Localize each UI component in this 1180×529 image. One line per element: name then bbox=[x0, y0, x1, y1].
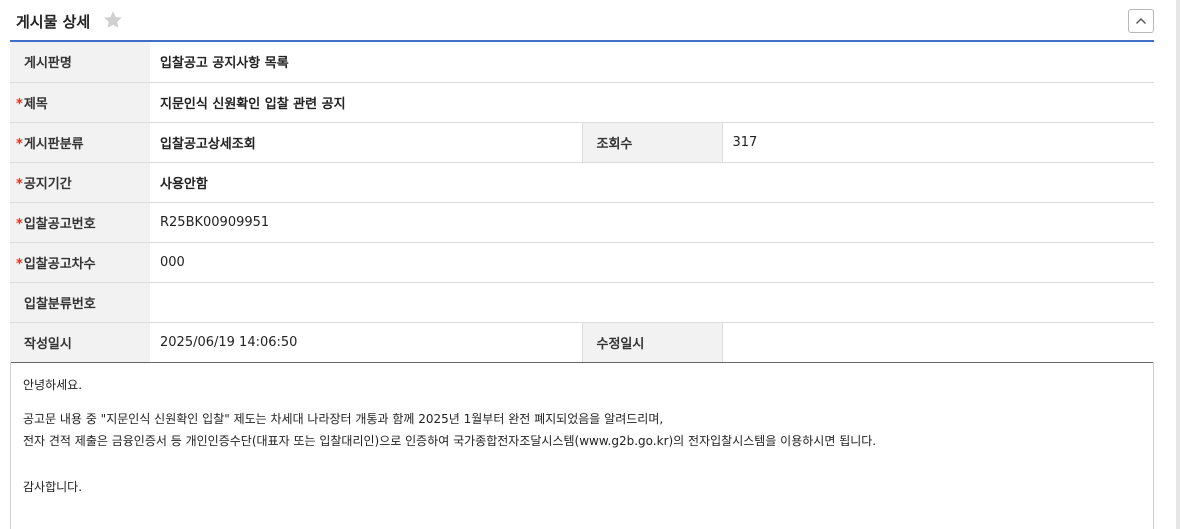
page-scrollbar[interactable] bbox=[1176, 0, 1180, 529]
page-title: 게시물 상세 bbox=[16, 13, 91, 31]
label-subject: *제목 bbox=[10, 82, 150, 123]
post-content: 안녕하세요. 공고문 내용 중 "지문인식 신원확인 입찰" 제도는 차세대 나… bbox=[10, 362, 1154, 529]
value-subject: 지문인식 신원확인 입찰 관련 공지 bbox=[150, 82, 1155, 123]
content-line-2: 전자 견적 제출은 금융인증서 등 개인인증수단(대표자 또는 입찰대리인)으로… bbox=[23, 434, 877, 448]
value-bid-no: R25BK00909951 bbox=[150, 202, 1155, 243]
star-icon[interactable] bbox=[102, 9, 124, 31]
required-mark: * bbox=[16, 256, 23, 272]
row-bid-class-no: 입찰분류번호 bbox=[10, 282, 1155, 323]
value-period: 사용안함 bbox=[150, 162, 1155, 203]
content-closing: 감사합니다. bbox=[23, 480, 83, 494]
row-subject: *제목 지문인식 신원확인 입찰 관련 공지 bbox=[10, 82, 1155, 123]
row-period: *공지기간 사용안함 bbox=[10, 162, 1155, 203]
required-mark: * bbox=[16, 136, 23, 152]
row-created: 작성일시 2025/06/19 14:06:50 수정일시 bbox=[10, 322, 1155, 363]
label-bid-class-no: 입찰분류번호 bbox=[10, 282, 150, 323]
row-board-name: 게시판명 입찰공고 공지사항 목록 bbox=[10, 42, 1155, 83]
row-category: *게시판분류 입찰공고상세조회 조회수 317 bbox=[10, 122, 1155, 163]
content-greeting: 안녕하세요. bbox=[23, 378, 83, 392]
chevron-up-icon bbox=[1136, 18, 1146, 24]
content-line-1: 공고문 내용 중 "지문인식 신원확인 입찰" 제도는 차세대 나라장터 개통과… bbox=[23, 412, 664, 426]
required-mark: * bbox=[16, 216, 23, 232]
collapse-button[interactable] bbox=[1128, 9, 1154, 33]
value-board-name: 입찰공고 공지사항 목록 bbox=[150, 42, 1155, 83]
label-bid-no: *입찰공고번호 bbox=[10, 202, 150, 243]
value-views: 317 bbox=[722, 122, 1155, 163]
label-period: *공지기간 bbox=[10, 162, 150, 203]
required-mark: * bbox=[16, 96, 23, 112]
label-modified: 수정일시 bbox=[581, 322, 723, 363]
value-bid-class-no bbox=[150, 282, 1155, 323]
value-created: 2025/06/19 14:06:50 bbox=[150, 322, 582, 363]
label-created: 작성일시 bbox=[10, 322, 150, 363]
row-bid-seq: *입찰공고차수 000 bbox=[10, 242, 1155, 283]
required-mark: * bbox=[16, 176, 23, 192]
detail-header: 게시물 상세 bbox=[10, 0, 1154, 42]
label-views: 조회수 bbox=[581, 122, 723, 163]
row-bid-no: *입찰공고번호 R25BK00909951 bbox=[10, 202, 1155, 243]
value-modified bbox=[722, 322, 1155, 363]
label-board-name: 게시판명 bbox=[10, 42, 150, 83]
value-bid-seq: 000 bbox=[150, 242, 1155, 283]
value-category: 입찰공고상세조회 bbox=[150, 122, 582, 163]
label-category: *게시판분류 bbox=[10, 122, 150, 163]
label-bid-seq: *입찰공고차수 bbox=[10, 242, 150, 283]
detail-table: 게시판명 입찰공고 공지사항 목록 *제목 지문인식 신원확인 입찰 관련 공지… bbox=[10, 42, 1155, 363]
